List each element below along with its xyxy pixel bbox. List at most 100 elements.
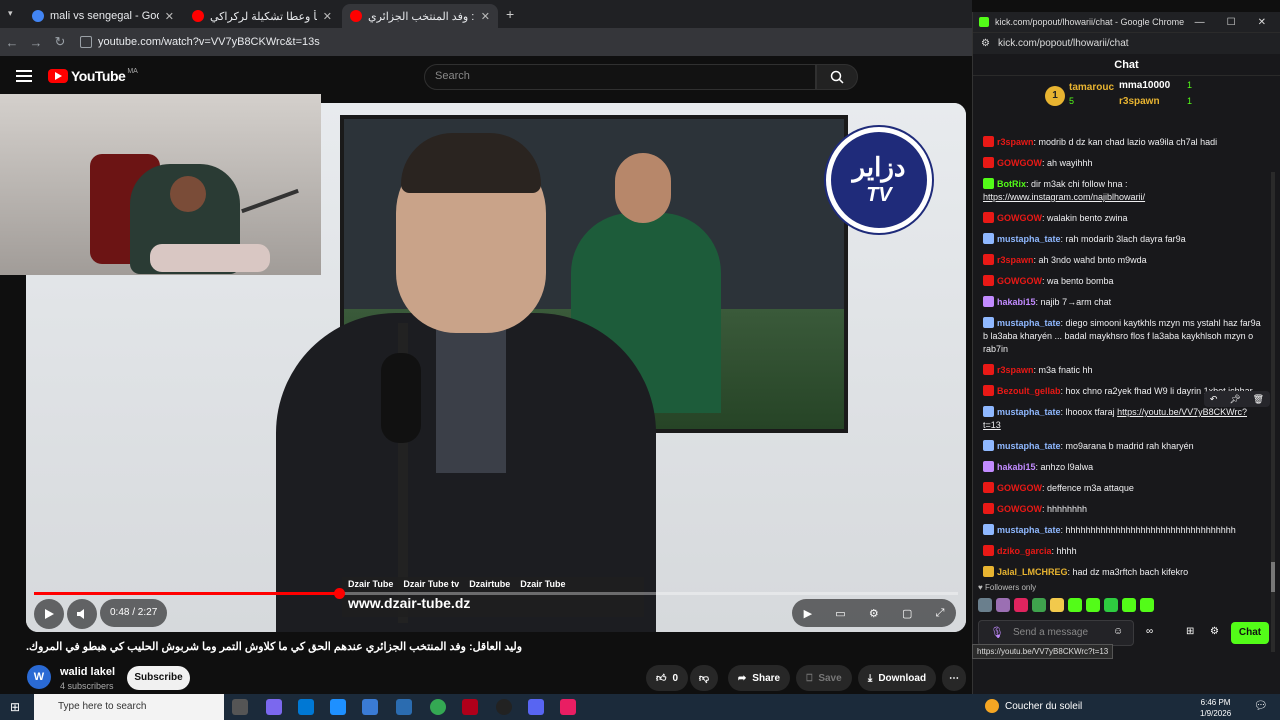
chat-message[interactable]: mustapha_tate: hhhhhhhhhhhhhhhhhhhhhhhhh… xyxy=(973,520,1273,541)
emote[interactable] xyxy=(1140,598,1154,612)
browser-tab-3[interactable]: وليد العاقل: وفد المنتخب الجزائري ✕ xyxy=(342,4,498,28)
emote[interactable] xyxy=(1104,598,1118,612)
chat-username[interactable]: r3spawn xyxy=(997,365,1034,375)
chat-link[interactable]: https://www.instagram.com/najiblhowarii/ xyxy=(983,192,1145,202)
progress-bar[interactable] xyxy=(34,588,958,599)
chat-username[interactable]: mustapha_tate xyxy=(997,318,1061,328)
chat-username[interactable]: GOWGOW xyxy=(997,483,1042,493)
tab-search-icon[interactable]: ▾ xyxy=(8,8,13,19)
chat-message[interactable]: GOWGOW: deffence m3a attaque xyxy=(973,478,1273,499)
autoplay-icon[interactable]: ▶ xyxy=(804,607,812,620)
emote[interactable] xyxy=(1122,598,1136,612)
leader-name[interactable]: tamarouc xyxy=(1069,82,1114,93)
save-button[interactable]: ⎕ Save xyxy=(796,665,852,691)
emote[interactable] xyxy=(978,598,992,612)
outlook-icon[interactable] xyxy=(396,699,412,715)
chrome-icon[interactable] xyxy=(430,699,446,715)
send-chat-button[interactable]: Chat xyxy=(1231,622,1269,644)
close-tab-icon[interactable]: ✕ xyxy=(165,10,174,23)
taskbar-search[interactable]: Type here to search xyxy=(34,694,224,720)
dislike-button[interactable]: 👎︎ xyxy=(690,665,718,691)
chat-username[interactable]: BotRix xyxy=(997,179,1026,189)
pin-icon[interactable]: 📌︎ xyxy=(1229,394,1240,405)
store-icon[interactable] xyxy=(330,699,346,715)
more-button[interactable]: ⋯ xyxy=(942,665,966,691)
chat-message[interactable]: r3spawn: modrib d dz kan chad lazio wa9i… xyxy=(973,132,1273,153)
chat-username[interactable]: r3spawn xyxy=(997,137,1034,147)
chat-message[interactable]: GOWGOW: hhhhhhhh xyxy=(973,499,1273,520)
browser-tab-2[interactable]: بوزيوق يتنبأ وعطا تشكيلة لركراكي ✕ xyxy=(184,4,340,28)
emoji-icon[interactable]: ☺ xyxy=(1113,626,1123,637)
like-button[interactable]: 👍︎ 0 xyxy=(646,665,688,691)
maximize-icon[interactable]: ☐ xyxy=(1227,17,1236,28)
chat-username[interactable]: GOWGOW xyxy=(997,213,1042,223)
fullscreen-icon[interactable]: ⤢ xyxy=(936,607,945,620)
chat-url-bar[interactable]: ⚙ kick.com/popout/lhowarii/chat xyxy=(973,32,1280,54)
taskbar-clock[interactable]: 6:46 PM 1/9/2026 xyxy=(1200,697,1231,719)
chat-message[interactable]: GOWGOW: wa bento bomba xyxy=(973,271,1273,292)
chat-username[interactable]: Bezoult_gellab xyxy=(997,386,1061,396)
back-icon[interactable]: ← xyxy=(0,35,24,50)
subscribe-button[interactable]: Subscribe xyxy=(127,666,190,690)
mic-icon[interactable]: 🎙︎ xyxy=(990,626,1004,639)
notification-icon[interactable]: 💬︎ xyxy=(1254,699,1268,712)
chat-message[interactable]: mustapha_tate: rah modarib 3lach dayra f… xyxy=(973,229,1273,250)
chat-username[interactable]: hakabi15 xyxy=(997,297,1036,307)
chat-message[interactable]: hakabi15: anhzo l9alwa xyxy=(973,457,1273,478)
forward-icon[interactable]: → xyxy=(24,35,48,50)
close-window-icon[interactable]: ✕ xyxy=(1258,17,1266,28)
chat-message[interactable]: hakabi15: najib 7→arm chat xyxy=(973,292,1273,313)
emote[interactable] xyxy=(1068,598,1082,612)
chat-message[interactable]: GOWGOW: ah wayihhh xyxy=(973,153,1273,174)
chat-username[interactable]: mustapha_tate xyxy=(997,525,1061,535)
share-button[interactable]: ➦ Share xyxy=(728,665,790,691)
settings-icon[interactable]: ⚙ xyxy=(869,607,879,620)
captions-icon[interactable]: ▭ xyxy=(835,607,845,620)
search-button[interactable] xyxy=(816,64,858,90)
chat-username[interactable]: mustapha_tate xyxy=(997,234,1061,244)
emote[interactable] xyxy=(1014,598,1028,612)
youtube-logo[interactable]: YouTube MA xyxy=(48,68,138,84)
task-view-icon[interactable] xyxy=(232,699,248,715)
chat-username[interactable]: dziko_garcia xyxy=(997,546,1052,556)
app-icon[interactable] xyxy=(462,699,478,715)
download-button[interactable]: ⤓ Download xyxy=(858,665,936,691)
chat-username[interactable]: GOWGOW xyxy=(997,158,1042,168)
chat-message[interactable]: mustapha_tate: mo9arana b madrid rah kha… xyxy=(973,436,1273,457)
chat-scrollbar[interactable] xyxy=(1271,172,1275,652)
chat-message[interactable]: mustapha_tate: lhooox tfaraj https://you… xyxy=(973,402,1273,436)
discord-icon[interactable] xyxy=(528,699,544,715)
chat-username[interactable]: mustapha_tate xyxy=(997,407,1061,417)
delete-icon[interactable]: 🗑︎ xyxy=(1253,394,1264,405)
chat-message[interactable]: mustapha_tate: diego simooni kaytkhls mz… xyxy=(973,313,1273,360)
site-info-icon[interactable]: ⚙ xyxy=(981,38,990,49)
emote[interactable] xyxy=(996,598,1010,612)
chat-username[interactable]: GOWGOW xyxy=(997,276,1042,286)
chat-message[interactable]: BotRix: dir m3ak chi follow hna : https:… xyxy=(973,174,1273,208)
chat-username[interactable]: hakabi15 xyxy=(997,462,1036,472)
reply-icon[interactable]: ↶ xyxy=(1210,394,1218,405)
browser-tab-1[interactable]: mali vs sengegal - Google Sear ✕ xyxy=(24,4,182,28)
points-icon[interactable]: ∞ xyxy=(1146,626,1153,637)
edge-icon[interactable] xyxy=(298,699,314,715)
chat-username[interactable]: mustapha_tate xyxy=(997,441,1061,451)
chat-message[interactable]: r3spawn: ah 3ndo wahd bnto m9wda xyxy=(973,250,1273,271)
chat-username[interactable]: Jalal_LMCHREG xyxy=(997,567,1068,577)
leader-name[interactable]: r3spawn xyxy=(1119,96,1160,107)
minimize-icon[interactable]: — xyxy=(1195,17,1205,28)
url-field[interactable]: youtube.com/watch?v=VV7yB8CKWrc&t=13s xyxy=(80,36,320,48)
play-button[interactable] xyxy=(34,599,64,629)
menu-icon[interactable] xyxy=(16,70,32,82)
chat-message[interactable]: dziko_garcia: hhhh xyxy=(973,541,1273,562)
copilot-icon[interactable] xyxy=(266,699,282,715)
new-tab-button[interactable]: + xyxy=(506,6,514,22)
chat-message[interactable]: r3spawn: m3a fnatic hh xyxy=(973,360,1273,381)
channel-name[interactable]: walid lakel xyxy=(60,666,115,678)
reload-icon[interactable]: ↻ xyxy=(48,34,72,50)
miniplayer-icon[interactable]: ▢ xyxy=(902,607,912,620)
chat-settings-icon[interactable]: ⚙ xyxy=(1210,626,1219,637)
chat-message[interactable]: Jalal_LMCHREG: had dz ma3rftch bach kife… xyxy=(973,562,1273,583)
mail-icon[interactable] xyxy=(362,699,378,715)
chat-username[interactable]: GOWGOW xyxy=(997,504,1042,514)
close-tab-icon[interactable]: ✕ xyxy=(323,10,332,23)
